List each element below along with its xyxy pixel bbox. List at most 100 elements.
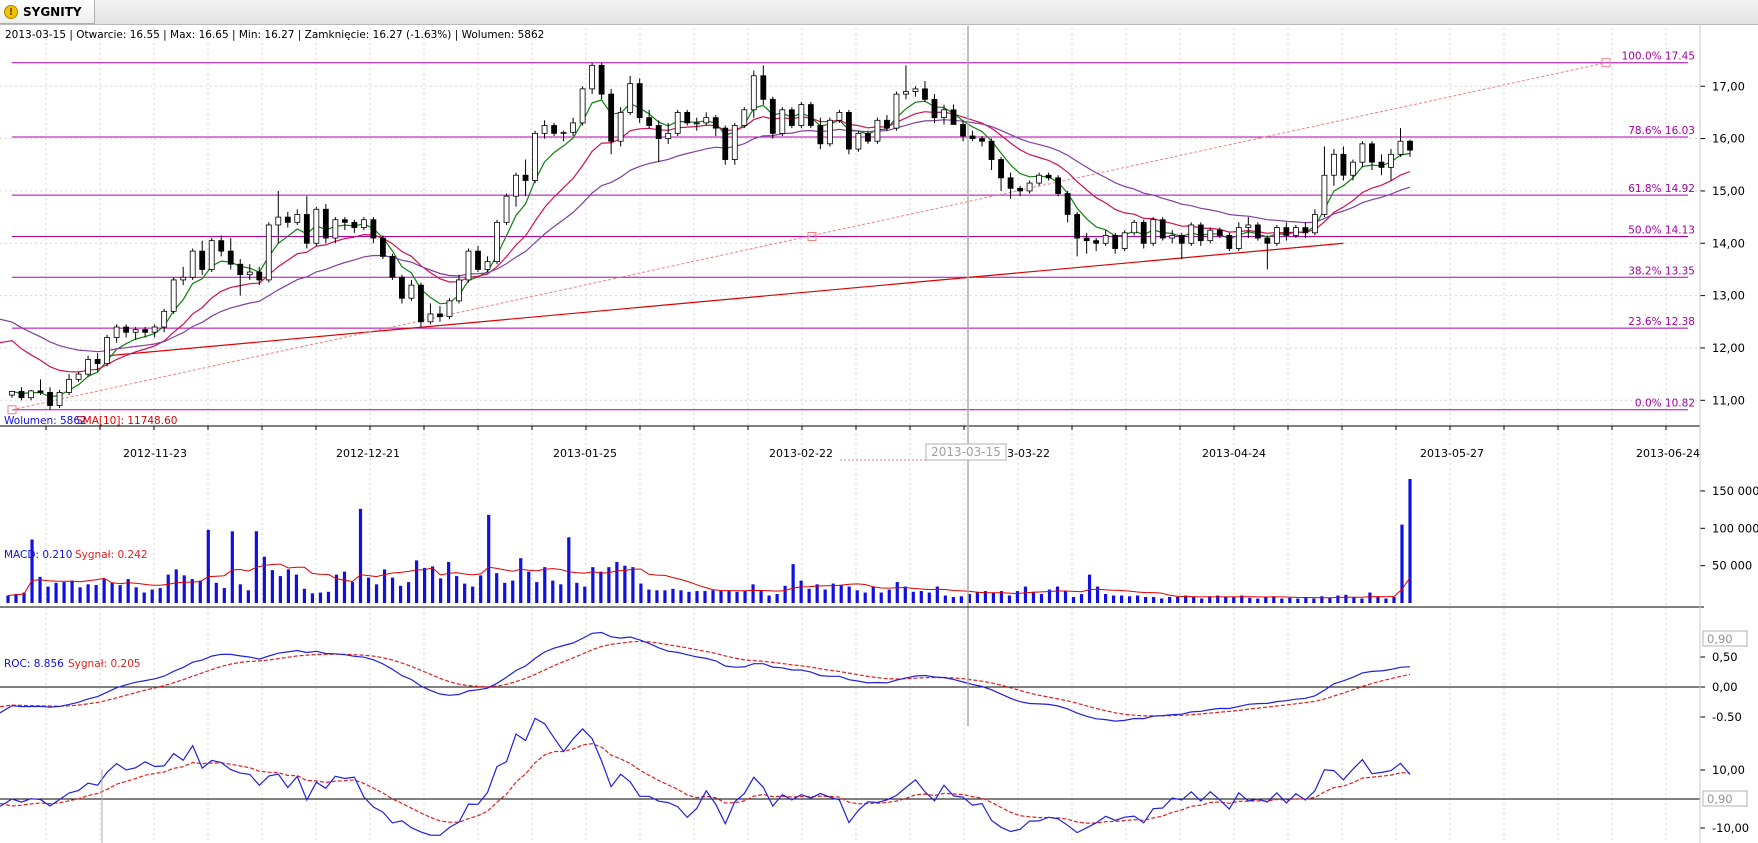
volume-bar (390, 577, 395, 603)
volume-bar (1079, 594, 1084, 603)
candle-body (845, 112, 852, 150)
candle-body (218, 240, 225, 252)
candle-body (807, 104, 814, 126)
volume-bar (1232, 597, 1236, 603)
volume-bar (94, 585, 98, 603)
candle-body (1093, 240, 1100, 244)
candle-body (475, 250, 481, 270)
volume-bar (1288, 597, 1292, 603)
volume-bar (487, 514, 491, 603)
volume-bar (831, 583, 835, 603)
volume-bar (422, 567, 427, 603)
volume-bar (463, 583, 467, 603)
volume-bar (6, 595, 10, 603)
volume-bar (559, 584, 563, 603)
candle-body (731, 125, 738, 160)
candle-body (1026, 182, 1033, 192)
candle-body (665, 132, 672, 139)
candle-body (199, 250, 206, 270)
candle-body (1369, 143, 1375, 163)
candle-body (170, 279, 177, 312)
volume-bar (671, 588, 675, 603)
price-axis-label: 15,00 (1712, 184, 1745, 198)
volume-bar (342, 571, 347, 603)
candle-body (151, 326, 158, 333)
volume-bar (911, 591, 915, 603)
volume-bar (975, 591, 979, 603)
candle-body (456, 279, 462, 302)
volume-bar (711, 590, 715, 603)
volume-bar (1408, 479, 1412, 603)
volume-axis-label: 150 000 (1712, 484, 1758, 498)
fib-level-label: 100.0% 17.45 (1622, 51, 1695, 63)
candle-body (180, 276, 187, 281)
volume-bar (1176, 597, 1180, 603)
candle-body (1388, 153, 1394, 168)
candle-body (1359, 143, 1366, 163)
candle-body (950, 109, 957, 125)
candle-body (998, 159, 1004, 179)
tab-sygnity[interactable]: ! SYGNITY (0, 0, 95, 24)
volume-bar (1400, 524, 1404, 603)
candle-body (655, 125, 662, 139)
volume-bar (166, 574, 170, 603)
volume-axis-label: 100 000 (1712, 521, 1758, 535)
volume-bar (414, 560, 419, 603)
volume-bar (102, 579, 106, 603)
volume-bar (903, 586, 907, 603)
volume-bar (1160, 598, 1164, 603)
stock-chart[interactable]: 100.0% 17.45 78.6% 16.03 61.8% 14.92 50.0% … (0, 24, 1758, 843)
price-info: 2013-03-15 | Otwarcie: 16.55 | Max: 16.6… (5, 29, 544, 41)
roc-label: ROC: 8.856 (4, 658, 64, 670)
volume-bar (1336, 595, 1340, 603)
candle-body (313, 208, 320, 244)
date-axis-label: 2012-12-21 (336, 447, 400, 460)
candle-body (408, 284, 415, 299)
volume-bar (366, 577, 371, 603)
roc-line (0, 717, 1411, 836)
candle-body (865, 132, 871, 142)
candle-body (341, 219, 348, 223)
candle-body (522, 174, 529, 181)
roc-axis: -10,00 10,00 0,90 (1700, 763, 1749, 835)
volume-bar (479, 575, 483, 603)
candle-body (284, 216, 291, 223)
macd-label: MACD: 0.210 (4, 549, 72, 561)
fib-level-label: 0.0% 10.82 (1635, 398, 1695, 410)
candle-body (1074, 214, 1081, 239)
volume-axis: 50 000 100 000 150 000 (1700, 484, 1758, 573)
tab-label: SYGNITY (23, 4, 82, 19)
candle-body (513, 174, 519, 197)
volume-bar (1015, 591, 1020, 603)
candle-body (741, 109, 748, 126)
candle-body (56, 392, 63, 406)
price-panel: 100.0% 17.45 78.6% 16.03 61.8% 14.92 50.0% … (0, 29, 1695, 415)
volume-bar (511, 580, 515, 603)
volume-bar (871, 586, 875, 603)
candle-body (123, 326, 130, 333)
volume-bar (62, 582, 66, 603)
candle-body (684, 112, 691, 124)
candle-body (589, 64, 596, 90)
candle-body (579, 88, 586, 124)
candle-body (75, 373, 82, 380)
candle-body (874, 119, 881, 142)
candle-body (208, 240, 215, 270)
volume-bar (503, 582, 507, 603)
candle-body (1254, 224, 1261, 239)
volume-bar (719, 591, 723, 603)
volume-bar (38, 576, 42, 603)
volume-bar (1063, 591, 1068, 603)
volume-bar (1328, 597, 1332, 603)
volume-bar (703, 591, 707, 603)
volume-bar (1296, 598, 1300, 603)
macd-axis-label: 0,50 (1712, 650, 1738, 664)
volume-bar (919, 591, 923, 603)
price-axis-label: 11,00 (1712, 393, 1745, 407)
volume-bar (326, 591, 331, 603)
candle-body (1188, 224, 1195, 244)
volume-bar (991, 592, 996, 603)
candle-body (1083, 237, 1090, 242)
candle-body (1321, 174, 1328, 215)
volume-bar (743, 591, 747, 603)
